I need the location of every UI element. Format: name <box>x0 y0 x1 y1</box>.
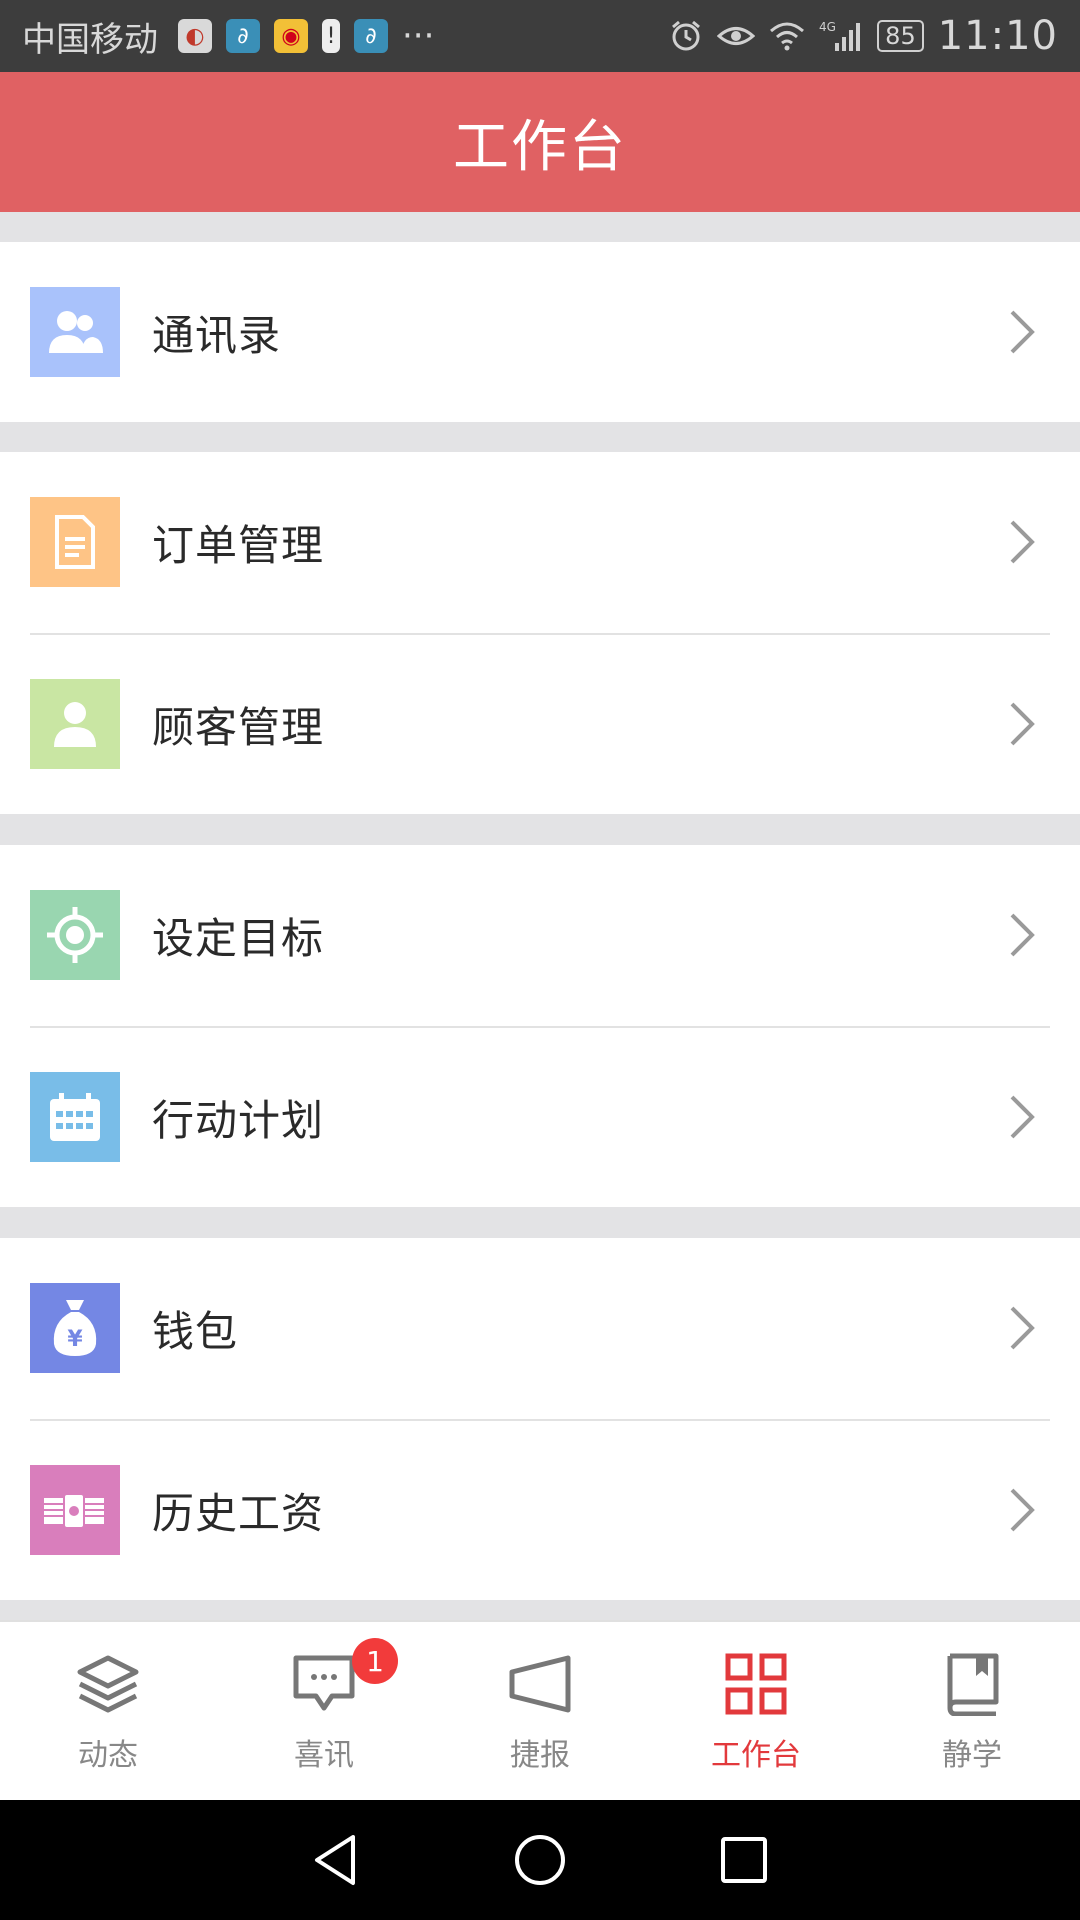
tab-good-news[interactable]: 喜讯 1 <box>216 1622 432 1800</box>
list-item-label: 订单管理 <box>152 520 325 570</box>
list-item-salary-history[interactable]: 历史工资 <box>0 1420 1080 1600</box>
customer-icon <box>30 679 120 769</box>
list-item-label: 设定目标 <box>152 913 325 963</box>
chevron-right-icon <box>1010 1488 1035 1532</box>
chevron-right-icon <box>1010 913 1035 957</box>
recents-icon[interactable] <box>717 1833 771 1887</box>
list-item-goals[interactable]: 设定目标 <box>0 845 1080 1025</box>
order-icon <box>30 497 120 587</box>
chevron-right-icon <box>1010 1306 1035 1350</box>
list-item-wallet[interactable]: ¥ 钱包 <box>0 1238 1080 1418</box>
eye-icon <box>717 21 756 51</box>
app-icon-2: ∂ <box>226 19 260 53</box>
battery-alert-icon: ! <box>322 19 340 53</box>
calendar-icon <box>30 1072 120 1162</box>
group-contacts: 通讯录 <box>0 242 1080 422</box>
battery-level: 85 <box>877 20 924 52</box>
tab-label: 喜讯 <box>294 1738 354 1773</box>
target-icon <box>30 890 120 980</box>
svg-text:¥: ¥ <box>67 1327 83 1352</box>
book-icon <box>937 1652 1007 1716</box>
carrier-name: 中国移动 <box>22 19 158 60</box>
page-title: 工作台 <box>453 114 627 180</box>
weibo-icon: ◉ <box>274 19 308 53</box>
status-bar: 中国移动 ◐ ∂ ◉ ! ∂ ··· 4G 85 11:10 <box>0 0 1080 72</box>
tab-label: 动态 <box>78 1738 138 1773</box>
group-planning: 设定目标 行动计划 <box>0 845 1080 1207</box>
alarm-icon <box>669 19 703 53</box>
tab-study[interactable]: 静学 <box>864 1622 1080 1800</box>
list-item-label: 行动计划 <box>152 1095 325 1145</box>
list-item-customers[interactable]: 顾客管理 <box>0 634 1080 814</box>
tab-label: 捷报 <box>510 1738 570 1773</box>
tab-news[interactable]: 动态 <box>0 1622 216 1800</box>
tab-workbench[interactable]: 工作台 <box>648 1622 864 1800</box>
list-item-action-plan[interactable]: 行动计划 <box>0 1027 1080 1207</box>
group-finance: ¥ 钱包 历史工资 <box>0 1238 1080 1600</box>
network-type: 4G <box>819 20 836 34</box>
app-icon-3: ∂ <box>354 19 388 53</box>
chevron-right-icon <box>1010 1095 1035 1139</box>
list-item-label: 历史工资 <box>152 1488 325 1538</box>
clock: 11:10 <box>937 13 1058 59</box>
contacts-icon <box>30 287 120 377</box>
back-icon[interactable] <box>309 1833 363 1887</box>
list-item-contacts[interactable]: 通讯录 <box>0 242 1080 422</box>
list-item-orders[interactable]: 订单管理 <box>0 452 1080 632</box>
list-item-label: 钱包 <box>152 1306 239 1356</box>
bottom-nav: 动态 喜讯 1 捷报 工作台 静学 <box>0 1620 1080 1800</box>
list-item-label: 顾客管理 <box>152 702 325 752</box>
chevron-right-icon <box>1010 310 1035 354</box>
chevron-right-icon <box>1010 702 1035 746</box>
unread-badge: 1 <box>352 1638 398 1684</box>
tab-label: 静学 <box>942 1738 1002 1773</box>
salary-icon <box>30 1465 120 1555</box>
title-bar: 工作台 <box>0 72 1080 212</box>
message-icon <box>289 1652 359 1716</box>
wifi-icon <box>769 21 805 51</box>
home-icon[interactable] <box>513 1833 567 1887</box>
group-management: 订单管理 顾客管理 <box>0 452 1080 814</box>
chevron-right-icon <box>1010 520 1035 564</box>
tab-label: 工作台 <box>711 1738 801 1773</box>
megaphone-icon <box>505 1652 575 1716</box>
layers-icon <box>73 1652 143 1716</box>
list-item-label: 通讯录 <box>152 310 282 360</box>
more-notifications-icon: ··· <box>402 16 435 56</box>
system-nav-bar <box>0 1800 1080 1920</box>
tab-reports[interactable]: 捷报 <box>432 1622 648 1800</box>
signal-icon: 4G <box>819 19 863 53</box>
wallet-icon: ¥ <box>30 1283 120 1373</box>
app-icon-1: ◐ <box>178 19 212 53</box>
grid-icon <box>721 1652 791 1716</box>
